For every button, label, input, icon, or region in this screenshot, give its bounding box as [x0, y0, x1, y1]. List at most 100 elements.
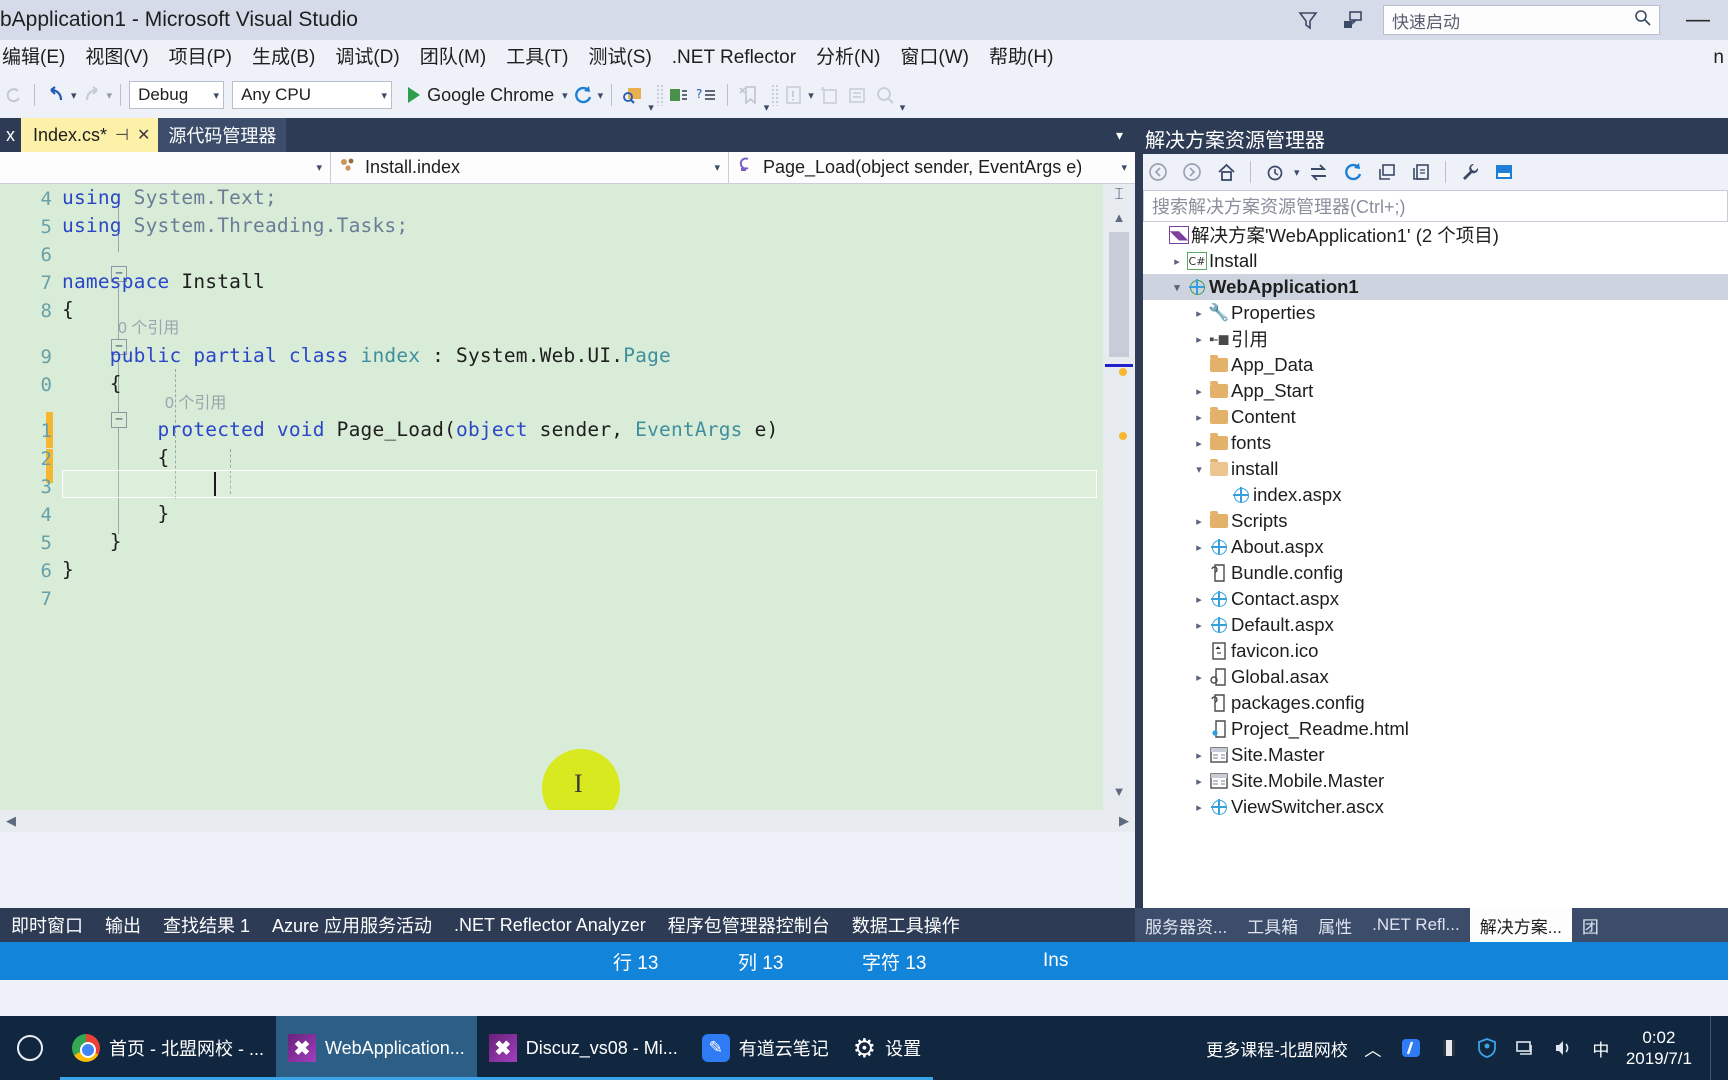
properties-icon[interactable]: [844, 82, 870, 108]
document-tab-partial[interactable]: x: [0, 118, 21, 152]
show-all-files-icon[interactable]: [1406, 157, 1436, 187]
scroll-right-arrow[interactable]: ▶: [1119, 813, 1129, 829]
taskbar-button-chrome[interactable]: 首页 - 北盟网校 - ...: [60, 1016, 276, 1080]
tab-solution-explorer[interactable]: 解决方案...: [1469, 908, 1572, 942]
tree-item-scripts[interactable]: ▸ Scripts: [1143, 508, 1728, 534]
twisty-icon[interactable]: ▸: [1169, 255, 1185, 268]
find-icon[interactable]: [872, 82, 898, 108]
preview-selected-items-icon[interactable]: [1489, 157, 1519, 187]
editor-horizontal-scrollbar[interactable]: ◀ ▶: [0, 810, 1135, 832]
tree-item-bundle-config[interactable]: Bundle.config: [1143, 560, 1728, 586]
tree-item-about-aspx[interactable]: ▸ About.aspx: [1143, 534, 1728, 560]
editor-vertical-scrollbar[interactable]: ⌶ ▲ ▼: [1103, 184, 1135, 832]
menu-item-view[interactable]: 视图(V): [75, 40, 158, 76]
tree-item-webapplication1-project[interactable]: ▾ WebApplication1: [1143, 274, 1728, 300]
tree-item-app-start[interactable]: ▸ App_Start: [1143, 378, 1728, 404]
bookmark-icon[interactable]: [736, 82, 762, 108]
recorder-tray-icon[interactable]: [1436, 1037, 1462, 1059]
start-debug-dropdown-icon[interactable]: ▾: [562, 89, 568, 102]
navigate-backward-icon[interactable]: [0, 82, 26, 108]
menu-item-debug[interactable]: 调试(D): [325, 40, 409, 76]
attach-to-process-icon[interactable]: [620, 82, 646, 108]
tree-item-global-asax[interactable]: ▸ Global.asax: [1143, 664, 1728, 690]
menu-item-analyze[interactable]: 分析(N): [806, 40, 890, 76]
menu-item-build[interactable]: 生成(B): [242, 40, 325, 76]
scroll-left-arrow[interactable]: ◀: [6, 813, 16, 829]
close-icon[interactable]: ✕: [137, 125, 150, 145]
uncomment-selection-icon[interactable]: ?: [693, 82, 719, 108]
tab-toolbox[interactable]: 工具箱: [1237, 908, 1308, 942]
tree-item-contact-aspx[interactable]: ▸ Contact.aspx: [1143, 586, 1728, 612]
tree-item-packages-config[interactable]: packages.config: [1143, 690, 1728, 716]
error-list-icon[interactable]: [780, 82, 806, 108]
menu-item-team[interactable]: 团队(M): [410, 40, 496, 76]
twisty-icon[interactable]: ▸: [1191, 593, 1207, 606]
tree-item-fonts[interactable]: ▸ fonts: [1143, 430, 1728, 456]
twisty-icon[interactable]: ▸: [1191, 541, 1207, 554]
volume-icon[interactable]: [1550, 1037, 1576, 1059]
taskbar-button-webapplication1[interactable]: ✖ WebApplication...: [276, 1016, 477, 1080]
tab-team-explorer[interactable]: 团: [1572, 908, 1609, 942]
twisty-icon[interactable]: ▸: [1191, 411, 1207, 424]
undo-dropdown-icon[interactable]: ▾: [71, 89, 77, 102]
twisty-icon[interactable]: ▸: [1191, 385, 1207, 398]
taskbar-button-youdao-note[interactable]: ✎ 有道云笔记: [690, 1016, 841, 1080]
filter-icon[interactable]: [1295, 7, 1321, 33]
properties-icon[interactable]: [1455, 157, 1485, 187]
start-icon[interactable]: [0, 1035, 60, 1061]
security-shield-icon[interactable]: [1474, 1037, 1500, 1059]
tree-item-install-project[interactable]: ▸ C# Install: [1143, 248, 1728, 274]
ime-icon[interactable]: 中: [1588, 1036, 1614, 1061]
tree-item-solution[interactable]: ◥◣ 解决方案'WebApplication1' (2 个项目): [1143, 222, 1728, 248]
tree-item-properties[interactable]: ▸ 🔧 Properties: [1143, 300, 1728, 326]
back-icon[interactable]: [1143, 157, 1173, 187]
redo-dropdown-icon[interactable]: ▾: [107, 89, 113, 102]
menu-item-reflector[interactable]: .NET Reflector: [662, 40, 806, 76]
bookmark-dropdown-icon[interactable]: ▾: [764, 101, 770, 114]
home-icon[interactable]: [1211, 157, 1241, 187]
solution-explorer-tree[interactable]: ◥◣ 解决方案'WebApplication1' (2 个项目) ▸ C# In…: [1143, 222, 1728, 922]
forward-icon[interactable]: [1177, 157, 1207, 187]
tree-item-viewswitcher-ascx[interactable]: ▸ ViewSwitcher.ascx: [1143, 794, 1728, 820]
scroll-down-arrow[interactable]: ▼: [1107, 784, 1131, 802]
chevron-down-icon[interactable]: ▾: [1116, 127, 1135, 144]
refresh-icon[interactable]: [1338, 157, 1368, 187]
collapse-all-icon[interactable]: [1372, 157, 1402, 187]
tab-data-tools-operations[interactable]: 数据工具操作: [841, 908, 971, 942]
codelens-reference-hint[interactable]: 0 个引用: [165, 389, 226, 413]
twisty-icon[interactable]: ▾: [1191, 463, 1207, 476]
tree-item-site-master[interactable]: ▸ Site.Master: [1143, 742, 1728, 768]
tree-item-site-mobile-master[interactable]: ▸ Site.Mobile.Master: [1143, 768, 1728, 794]
refresh-dropdown-icon[interactable]: ▾: [598, 89, 604, 102]
redo-icon[interactable]: [79, 82, 105, 108]
twisty-icon[interactable]: ▸: [1191, 307, 1207, 320]
toolbar-overflow-icon[interactable]: ▾: [900, 101, 906, 114]
twisty-icon[interactable]: ▾: [1169, 281, 1185, 294]
attach-dropdown-icon[interactable]: ▾: [648, 101, 654, 114]
tab-reflector-analyzer[interactable]: .NET Reflector Analyzer: [443, 908, 657, 942]
comment-selection-icon[interactable]: [665, 82, 691, 108]
menu-item-test[interactable]: 测试(S): [578, 40, 661, 76]
twisty-icon[interactable]: ▸: [1191, 801, 1207, 814]
start-debug-button[interactable]: Google Chrome: [402, 85, 560, 106]
solution-platform-combo[interactable]: Any CPU ▾: [232, 81, 393, 109]
feedback-icon[interactable]: [1339, 7, 1365, 33]
document-tab-index-cs[interactable]: Index.cs* ⊣ ✕: [21, 118, 159, 152]
pending-changes-dropdown-icon[interactable]: ▾: [1294, 166, 1300, 179]
twisty-icon[interactable]: ▸: [1191, 775, 1207, 788]
split-view-icon[interactable]: ⌶: [1107, 186, 1131, 206]
new-item-icon[interactable]: [816, 82, 842, 108]
toolbar-grip[interactable]: [771, 84, 779, 106]
youdao-tray-icon[interactable]: [1398, 1037, 1424, 1059]
menu-item-edit[interactable]: 编辑(E): [0, 40, 75, 76]
taskbar-button-settings[interactable]: ⚙ 设置: [841, 1016, 933, 1080]
menu-item-project[interactable]: 项目(P): [159, 40, 242, 76]
solution-explorer-search-input[interactable]: 搜索解决方案资源管理器(Ctrl+;): [1143, 190, 1728, 222]
taskbar-clock[interactable]: 0:02 2019/7/1: [1626, 1027, 1698, 1070]
tab-package-manager-console[interactable]: 程序包管理器控制台: [657, 908, 841, 942]
tree-item-content[interactable]: ▸ Content: [1143, 404, 1728, 430]
minimize-button[interactable]: —: [1678, 6, 1718, 34]
document-tab-source-control[interactable]: 源代码管理器: [158, 118, 287, 152]
navbar-project-combo[interactable]: ▾: [0, 152, 330, 184]
taskbar-button-discuz-vs08[interactable]: ✖ Discuz_vs08 - Mi...: [477, 1016, 690, 1080]
